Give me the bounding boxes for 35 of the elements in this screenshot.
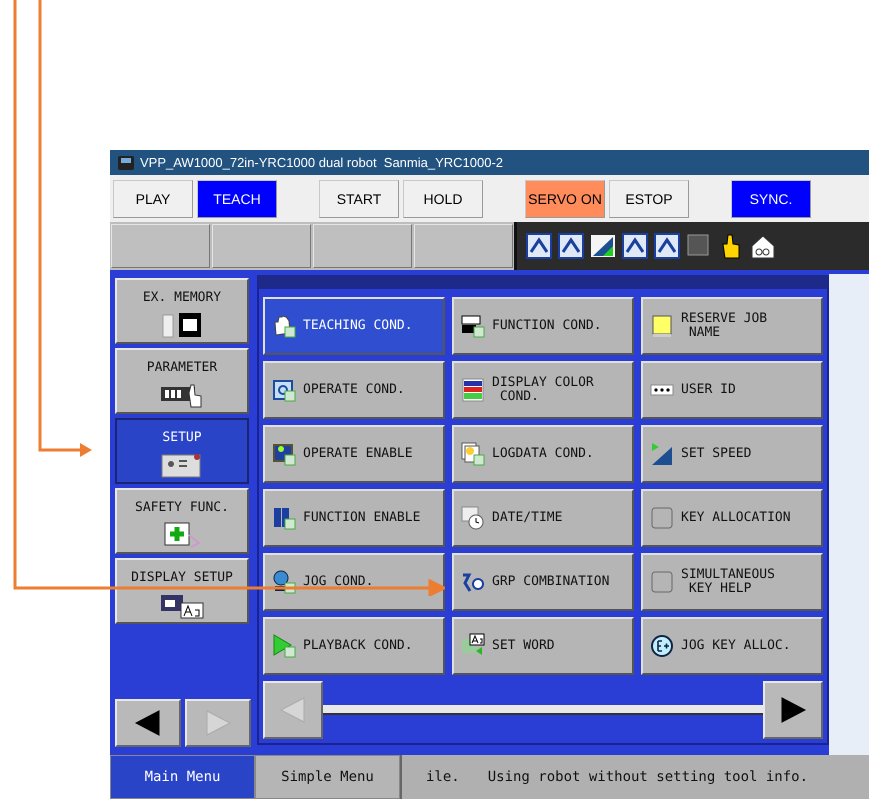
- menu-item[interactable]: SIMULTANEOUS KEY HELP: [641, 553, 823, 611]
- menu-category[interactable]: SAFETY FUNC.: [115, 488, 249, 554]
- menu-item[interactable]: RESERVE JOB NAME: [641, 297, 823, 355]
- menu-tab[interactable]: Simple Menu: [255, 755, 400, 799]
- menu-category[interactable]: DISPLAY SETUP: [115, 558, 249, 624]
- toolbar-button[interactable]: SERVO ON: [525, 180, 605, 218]
- menu-item[interactable]: PLAYBACK COND.: [263, 617, 445, 675]
- menu-item[interactable]: USER ID: [641, 361, 823, 419]
- menu-tab[interactable]: Main Menu: [110, 755, 255, 799]
- toolbar-button[interactable]: HOLD: [403, 180, 483, 218]
- message-text: Using robot without setting tool info.: [488, 769, 808, 785]
- menu-item[interactable]: FUNCTION ENABLE: [263, 489, 445, 547]
- toolbar-button[interactable]: TEACH: [197, 180, 277, 218]
- menu-item[interactable]: OPERATE COND.: [263, 361, 445, 419]
- menu-category[interactable]: PARAMETER: [115, 348, 249, 414]
- message-text: ile.: [426, 769, 460, 785]
- menu-item[interactable]: GRP COMBINATION: [452, 553, 634, 611]
- menu-category[interactable]: EX. MEMORY: [115, 278, 249, 344]
- menu-item[interactable]: DISPLAY COLOR COND.: [452, 361, 634, 419]
- menu-category[interactable]: SETUP: [115, 418, 249, 484]
- menu-item[interactable]: JOG COND.: [263, 553, 445, 611]
- toolbar-button[interactable]: PLAY: [113, 180, 193, 218]
- menu-item[interactable]: DATE/TIME: [452, 489, 634, 547]
- menu-item[interactable]: LOGDATA COND.: [452, 425, 634, 483]
- toolbar-button[interactable]: START: [319, 180, 399, 218]
- window-title: VPP_AW1000_72in-YRC1000 dual robot Sanmia_YRC1000-2: [140, 155, 504, 170]
- menu-item[interactable]: JOG KEY ALLOC.: [641, 617, 823, 675]
- menu-item[interactable]: FUNCTION COND.: [452, 297, 634, 355]
- menu-item[interactable]: OPERATE ENABLE: [263, 425, 445, 483]
- menu-item[interactable]: TEACHING COND.: [263, 297, 445, 355]
- toolbar-button[interactable]: ESTOP: [609, 180, 689, 218]
- menu-item[interactable]: SET WORD: [452, 617, 634, 675]
- menu-item[interactable]: KEY ALLOCATION: [641, 489, 823, 547]
- toolbar-button[interactable]: SYNC.: [731, 180, 811, 218]
- menu-item[interactable]: SET SPEED: [641, 425, 823, 483]
